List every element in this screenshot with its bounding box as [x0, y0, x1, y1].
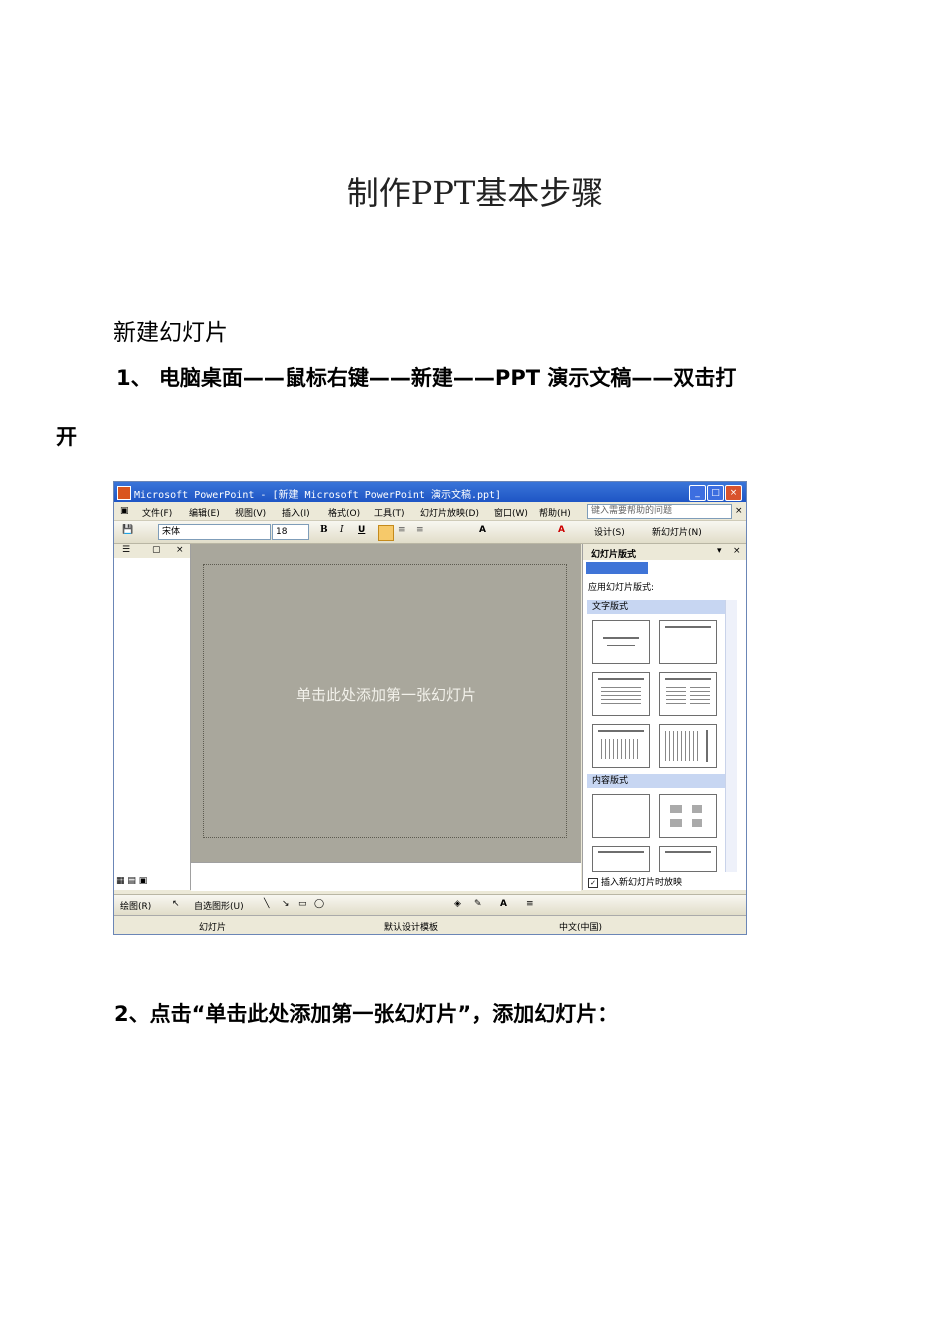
bold-button[interactable]: B	[320, 525, 328, 539]
fill-color-icon[interactable]: ◈	[454, 899, 461, 909]
menu-app-icon[interactable]: ▣	[120, 506, 129, 516]
select-arrow-icon[interactable]: ↖	[172, 899, 180, 909]
show-on-insert-option[interactable]: ✓ 插入新幻灯片时放映	[588, 875, 682, 888]
layout-title-slide[interactable]	[592, 620, 650, 664]
line-icon[interactable]: ╲	[264, 899, 269, 909]
menu-slideshow[interactable]: 幻灯片放映(D)	[420, 506, 479, 519]
increase-font-icon[interactable]: A	[479, 525, 486, 539]
task-pane-scrollbar[interactable]	[725, 600, 737, 872]
maximize-button[interactable]: □	[707, 485, 724, 501]
pane-tabs: ☰ ▢ ×	[114, 544, 190, 558]
layout-title-only[interactable]	[659, 620, 717, 664]
font-name-select[interactable]: 宋体	[158, 524, 271, 540]
window-titlebar: Microsoft PowerPoint - [新建 Microsoft Pow…	[114, 482, 746, 502]
menu-format[interactable]: 格式(O)	[328, 506, 360, 519]
step-2-text: 2、点击“单击此处添加第一张幻灯片”，添加幻灯片：	[114, 1002, 619, 1026]
layout-content[interactable]	[659, 794, 717, 838]
status-slide: 幻灯片	[199, 923, 227, 933]
layout-title-content[interactable]	[592, 846, 650, 872]
view-buttons[interactable]: ▦ ▤ ▣	[116, 876, 147, 886]
task-pane-header: 幻灯片版式 ▾ ×	[583, 544, 746, 560]
layout-two-column[interactable]	[659, 672, 717, 716]
powerpoint-screenshot: Microsoft PowerPoint - [新建 Microsoft Pow…	[113, 481, 747, 935]
align-center-icon[interactable]: ≡	[398, 525, 406, 539]
menu-help[interactable]: 帮助(H)	[539, 506, 571, 519]
status-language: 中文(中国)	[559, 923, 603, 933]
layout-vertical-text[interactable]	[592, 724, 650, 768]
align-right-icon[interactable]: ≡	[416, 525, 424, 539]
status-bar: 幻灯片 默认设计模板 中文(中国)	[114, 915, 746, 934]
layout-vertical-title-text[interactable]	[659, 724, 717, 768]
checkbox-icon[interactable]: ✓	[588, 877, 598, 888]
menu-edit[interactable]: 编辑(E)	[189, 506, 220, 519]
line-color-icon[interactable]: ✎	[474, 899, 482, 909]
align-left-icon[interactable]	[378, 525, 394, 541]
font-size-select[interactable]: 18	[272, 524, 309, 540]
content-layouts-section: 内容版式	[587, 774, 728, 788]
menu-insert[interactable]: 插入(I)	[282, 506, 310, 519]
task-pane-title: 幻灯片版式	[591, 550, 637, 560]
formatting-toolbar: 💾 宋体 18 B I U ≡ ≡ A A 设计(S) 新幻灯片(N)	[114, 521, 746, 544]
underline-button[interactable]: U	[358, 525, 365, 539]
rectangle-icon[interactable]: ▭	[298, 899, 307, 909]
apply-layout-label: 应用幻灯片版式:	[588, 583, 655, 593]
menu-view[interactable]: 视图(V)	[235, 506, 266, 519]
italic-button[interactable]: I	[340, 525, 344, 539]
font-color-icon[interactable]: A	[558, 525, 565, 539]
notes-pane[interactable]	[191, 862, 581, 891]
tab-slides[interactable]: ▢	[152, 545, 161, 555]
section-heading: 新建幻灯片	[113, 320, 228, 346]
drawing-toolbar: 绘图(R) ↖ 自选图形(U) ╲ ↘ ▭ ◯ ◈ ✎ A ≡	[114, 894, 746, 915]
line-style-icon[interactable]: ≡	[526, 899, 534, 909]
draw-font-color-icon[interactable]: A	[500, 899, 507, 909]
menu-window[interactable]: 窗口(W)	[494, 506, 528, 519]
task-pane-close-icon[interactable]: ×	[733, 546, 741, 556]
task-pane-nav[interactable]	[586, 562, 648, 574]
slide-editing-area: 单击此处添加第一张幻灯片	[191, 544, 581, 862]
new-slide-button[interactable]: 新幻灯片(N)	[652, 525, 702, 539]
close-button[interactable]: ×	[725, 485, 742, 501]
minimize-button[interactable]: _	[689, 485, 706, 501]
text-layouts-section: 文字版式	[587, 600, 728, 614]
help-search-input[interactable]: 键入需要帮助的问题	[587, 504, 732, 519]
status-template: 默认设计模板	[384, 923, 439, 933]
menu-bar: ▣ 文件(F) 编辑(E) 视图(V) 插入(I) 格式(O) 工具(T) 幻灯…	[114, 502, 746, 521]
show-on-insert-label: 插入新幻灯片时放映	[601, 878, 683, 888]
arrow-icon[interactable]: ↘	[282, 899, 290, 909]
close-pane-icon[interactable]: ×	[176, 545, 184, 555]
drawing-menu[interactable]: 绘图(R)	[120, 899, 151, 912]
task-pane-menu-icon[interactable]: ▾	[717, 546, 722, 556]
tab-outline[interactable]: ☰	[122, 545, 130, 555]
step-1-text-continued: 开	[56, 425, 77, 449]
layout-blank[interactable]	[592, 794, 650, 838]
task-pane: 幻灯片版式 ▾ × 应用幻灯片版式: 文字版式 内容版式 ✓ 插入新幻灯片时放映	[582, 544, 746, 890]
close-doc-icon[interactable]: ×	[735, 506, 743, 516]
autoshapes-menu[interactable]: 自选图形(U)	[194, 899, 244, 912]
design-button[interactable]: 设计(S)	[594, 525, 625, 539]
menu-file[interactable]: 文件(F)	[142, 506, 172, 519]
layout-title-two-content[interactable]	[659, 846, 717, 872]
step-1-text: 1、 电脑桌面——鼠标右键——新建——PPT 演示文稿——双击打	[116, 366, 737, 390]
layout-title-text[interactable]	[592, 672, 650, 716]
menu-tools[interactable]: 工具(T)	[374, 506, 405, 519]
powerpoint-app-icon	[117, 486, 131, 500]
oval-icon[interactable]: ◯	[314, 899, 324, 909]
window-title: Microsoft PowerPoint - [新建 Microsoft Pow…	[134, 490, 502, 501]
page-title: 制作PPT基本步骤	[346, 174, 604, 212]
save-icon[interactable]: 💾	[122, 525, 133, 539]
add-first-slide-placeholder[interactable]: 单击此处添加第一张幻灯片	[191, 684, 581, 705]
outline-slides-pane: ☰ ▢ ×	[114, 544, 191, 890]
